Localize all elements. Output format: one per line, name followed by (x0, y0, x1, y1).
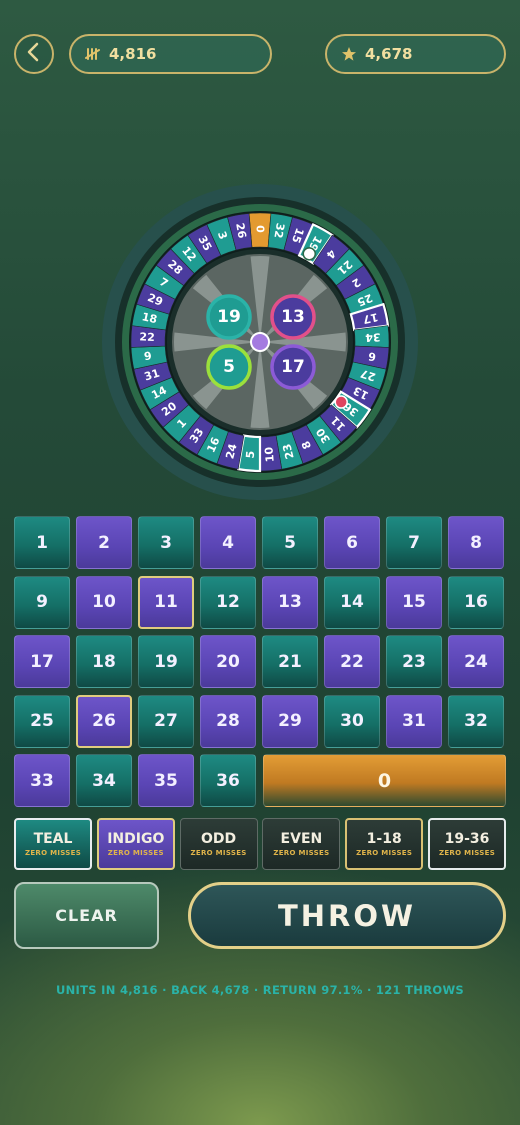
center-number-label: 13 (281, 307, 305, 327)
number-cell[interactable]: 11 (138, 575, 194, 629)
bet-label: ODD (201, 831, 237, 847)
bet-label: EVEN (280, 831, 323, 847)
number-cell[interactable]: 2 (76, 516, 132, 569)
bet-sublabel: ZERO MISSES (107, 849, 164, 857)
clear-button[interactable]: CLEAR (14, 882, 159, 949)
number-cell[interactable]: 12 (200, 575, 256, 629)
center-number-label: 17 (281, 357, 305, 377)
wheel-pocket-label: 32 (271, 222, 286, 239)
number-cell[interactable]: 27 (138, 694, 194, 748)
number-cell[interactable]: 4 (200, 516, 256, 569)
bet-sublabel: ZERO MISSES (438, 849, 496, 857)
units-in-pill: 4,816 (69, 34, 272, 74)
wheel-pocket-label: 5 (244, 450, 258, 459)
chevron-left-icon (26, 42, 42, 66)
zero-cell[interactable]: 0 (263, 754, 506, 807)
number-cell[interactable]: 3 (138, 516, 194, 569)
center-number-label: 19 (217, 307, 241, 327)
stats-line: UNITS IN 4,816 · BACK 4,678 · RETURN 97.… (55, 983, 465, 997)
number-cell[interactable]: 9 (14, 575, 70, 629)
bet-button-19-36[interactable]: 19-36 ZERO MISSES (428, 818, 506, 870)
number-cell[interactable]: 34 (76, 754, 132, 807)
bet-label: INDIGO (107, 831, 165, 847)
wheel-pocket-label: 9 (143, 349, 152, 363)
number-cell[interactable]: 31 (386, 694, 442, 748)
hub-center (250, 332, 270, 352)
number-cell[interactable]: 16 (448, 575, 504, 629)
wheel-pocket-label: 22 (139, 330, 155, 344)
number-cell[interactable]: 29 (262, 694, 318, 748)
red-ball-marker (334, 395, 348, 409)
bet-sublabel: ZERO MISSES (356, 849, 413, 857)
number-cell[interactable]: 15 (386, 575, 442, 629)
number-cell[interactable]: 30 (324, 694, 380, 748)
bet-sublabel: ZERO MISSES (190, 849, 247, 857)
bet-label: 19-36 (444, 831, 490, 847)
number-cell[interactable]: 28 (200, 694, 256, 748)
bet-button-1-18[interactable]: 1-18 ZERO MISSES (345, 818, 424, 870)
bet-sublabel: ZERO MISSES (24, 849, 82, 857)
number-cell[interactable]: 14 (324, 575, 380, 629)
number-board: 0 1 2 3 4 5 6 7 8 9 10 11 12 13 14 15 16 17 18 19 20 21 22 23 2… (14, 516, 506, 808)
number-cell[interactable]: 35 (138, 754, 194, 807)
back-button[interactable] (14, 34, 54, 74)
center-number-label: 5 (223, 357, 235, 377)
number-cell[interactable]: 13 (262, 575, 318, 629)
wheel-pocket-label: 10 (262, 446, 276, 463)
number-cell[interactable]: 36 (200, 754, 256, 807)
white-ball-marker (302, 247, 317, 261)
bet-button-odd[interactable]: ODD ZERO MISSES (179, 818, 258, 870)
number-cell[interactable]: 23 (386, 635, 442, 688)
number-cell[interactable]: 18 (76, 635, 132, 688)
number-cell[interactable]: 24 (448, 635, 504, 688)
wheel-pocket-label: 26 (233, 222, 248, 240)
outside-bets: TEAL ZERO MISSES INDIGO ZERO MISSES ODD ZERO … (14, 818, 506, 870)
number-cell[interactable]: 10 (76, 575, 132, 629)
number-cell[interactable]: 26 (76, 694, 132, 748)
wheel-graphic: 0 32 15 19421225173462713361130823105241633… (102, 184, 418, 500)
number-cell[interactable]: 5 (262, 516, 318, 569)
back-total-pill: 4,678 (325, 34, 506, 74)
bet-button-teal[interactable]: TEAL ZERO MISSES (14, 818, 92, 870)
bet-label: TEAL (33, 831, 73, 847)
number-cell[interactable]: 32 (448, 694, 504, 748)
throw-button[interactable]: THROW (188, 882, 506, 949)
number-cell[interactable]: 22 (324, 635, 380, 688)
number-cell[interactable]: 19 (138, 635, 194, 688)
number-cell[interactable]: 20 (200, 635, 256, 688)
number-cell[interactable]: 8 (448, 516, 504, 569)
bet-button-even[interactable]: EVEN ZERO MISSES (262, 818, 341, 870)
units-in-value: 4,816 (109, 45, 157, 63)
number-cell[interactable]: 6 (324, 516, 380, 569)
number-cell[interactable]: 17 (14, 635, 70, 688)
wheel-pocket-label: 34 (365, 330, 381, 344)
number-cell[interactable]: 7 (386, 516, 442, 569)
tally-icon (85, 47, 101, 61)
back-value: 4,678 (365, 45, 413, 63)
number-cell[interactable]: 25 (14, 694, 70, 748)
wheel-pocket-label: 0 (254, 225, 267, 233)
star-icon (341, 46, 357, 62)
top-bar: 4,816 4,678 (14, 34, 506, 74)
number-cell[interactable]: 33 (14, 754, 70, 807)
number-cell[interactable]: 1 (14, 516, 70, 569)
roulette-wheel: 0 32 15 19 4 21 2 25 17 34 6 27 13 36 11 30 8 23 10 5 24 16 33… (100, 182, 420, 502)
bet-sublabel: ZERO MISSES (273, 849, 330, 857)
bet-button-indigo[interactable]: INDIGO ZERO MISSES (96, 818, 175, 870)
number-cell[interactable]: 21 (262, 635, 318, 688)
bet-label: 1-18 (366, 831, 402, 847)
